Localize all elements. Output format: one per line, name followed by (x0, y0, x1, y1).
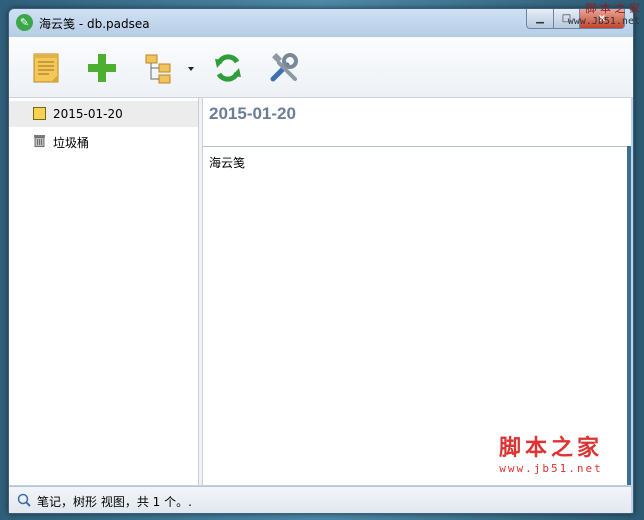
watermark: 脚本之家 www.jb51.net (499, 430, 603, 475)
title-bar[interactable]: ✎ 海云笺 - db.padsea ▁ □ x (9, 9, 633, 37)
tree-view-dropdown-arrow[interactable] (188, 67, 194, 71)
note-body[interactable]: 海云笺 (209, 154, 245, 171)
tools-button[interactable] (267, 51, 301, 85)
notepad-icon (33, 53, 59, 83)
tree-view-button[interactable] (143, 51, 177, 85)
status-bar: 笔记，树形 视图，共 1 个。. (9, 486, 631, 513)
app-window: ✎ 海云笺 - db.padsea ▁ □ x 2015-01-20 垃圾桶 2… (8, 8, 634, 514)
watermark-top: 脚 本 之 家 www.Jb51.net (568, 2, 640, 28)
editor-scroll-edge (627, 146, 631, 485)
search-icon (17, 493, 31, 507)
watermark-cn: 脚本之家 (498, 435, 603, 461)
watermark-url: www.jb51.net (499, 462, 603, 475)
trash-icon (34, 135, 45, 147)
app-logo-icon: ✎ (16, 14, 33, 31)
tree-item-trash[interactable]: 垃圾桶 (9, 128, 198, 154)
toolbar (9, 37, 633, 98)
window-title: 海云笺 - db.padsea (39, 17, 150, 31)
note-divider (203, 146, 631, 147)
tree-item-note[interactable]: 2015-01-20 (9, 101, 198, 127)
refresh-button[interactable] (211, 51, 245, 85)
minimize-button[interactable]: ▁ (526, 9, 554, 29)
tree-view-icon (145, 54, 171, 84)
tree-item-label: 2015-01-20 (53, 107, 123, 121)
status-text: 笔记，树形 视图，共 1 个。. (37, 495, 192, 509)
watermark-top-url: www.Jb51.net (567, 16, 640, 27)
notepad-button[interactable] (29, 51, 63, 85)
notes-tree: 2015-01-20 垃圾桶 (9, 98, 199, 485)
tools-icon (270, 53, 298, 82)
refresh-icon (215, 54, 241, 82)
note-icon (33, 107, 46, 120)
note-editor: 2015-01-20 海云笺 脚本之家 www.jb51.net (203, 98, 631, 485)
add-note-button[interactable] (85, 51, 119, 85)
watermark-top-cn: 脚 本 之 家 (585, 2, 641, 15)
main-content: 2015-01-20 垃圾桶 2015-01-20 海云笺 脚本之家 www.j… (9, 98, 631, 485)
tree-item-label: 垃圾桶 (53, 136, 90, 150)
note-title[interactable]: 2015-01-20 (209, 104, 296, 124)
add-icon (88, 54, 116, 82)
